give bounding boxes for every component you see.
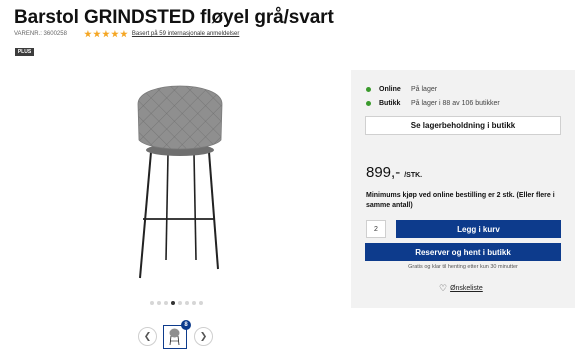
star-icon [93,30,101,38]
plus-badge: PLUS [15,48,34,56]
gallery-dot[interactable] [185,301,189,305]
online-label: Online [379,85,401,93]
quantity-input[interactable]: 2 [366,220,386,238]
image-count-badge: 8 [181,320,191,330]
gallery-dot[interactable] [150,301,154,305]
gallery-dot[interactable] [157,301,161,305]
in-stock-dot-icon [366,100,371,106]
reserve-pickup-button[interactable]: Reserver og hent i butikk [365,243,561,261]
star-icon [120,30,128,38]
pickup-note: Gratis og klar til henting etter kun 30 … [408,264,518,270]
rating-stars[interactable] [84,30,129,38]
gallery-dot[interactable] [192,301,196,305]
chevron-left-icon: ❮ [143,331,152,341]
gallery-dot[interactable] [164,301,168,305]
online-status: På lager [411,85,438,93]
add-to-cart-button[interactable]: Legg i kurv [396,220,561,238]
gallery-dot-active[interactable] [171,301,175,305]
product-image [137,85,223,279]
sku-number: VARENR.: 3600258 [14,31,67,37]
gallery-next-button[interactable]: ❯ [194,327,213,346]
gallery-prev-button[interactable]: ❮ [138,327,157,346]
chevron-right-icon: ❯ [199,331,208,341]
heart-icon: ♡ [439,282,448,293]
wishlist-label: Ønskeliste [450,284,483,292]
gallery-dots [150,301,203,305]
minimum-order-note: Minimums kjøp ved online bestilling er 2… [366,192,555,209]
purchase-panel: Online På lager Butikk På lager i 88 av … [351,70,575,308]
reviews-link[interactable]: Basert på 59 internasjonale anmeldelser [132,31,239,37]
thumbnail-image [169,328,180,346]
product-meta: VARENR.: 3600258 Basert på 59 internasjo… [14,29,239,39]
price: 899,- [366,164,401,181]
in-stock-dot-icon [366,86,371,92]
star-icon [111,30,119,38]
price-block: 899,- /STK. [366,164,422,181]
price-unit: /STK. [404,172,423,179]
gallery-dot[interactable] [178,301,182,305]
star-icon [102,30,110,38]
product-title: Barstol GRINDSTED fløyel grå/svart [14,7,334,28]
store-status: På lager i 88 av 106 butikker [411,99,500,107]
star-icon [84,30,92,38]
online-availability: Online På lager [366,84,437,94]
store-availability: Butikk På lager i 88 av 106 butikker [366,98,500,108]
store-stock-button[interactable]: Se lagerbeholdning i butikk [365,116,561,135]
gallery-dot[interactable] [199,301,203,305]
store-label: Butikk [379,99,401,107]
wishlist-link[interactable]: ♡ Ønskeliste [439,283,483,293]
